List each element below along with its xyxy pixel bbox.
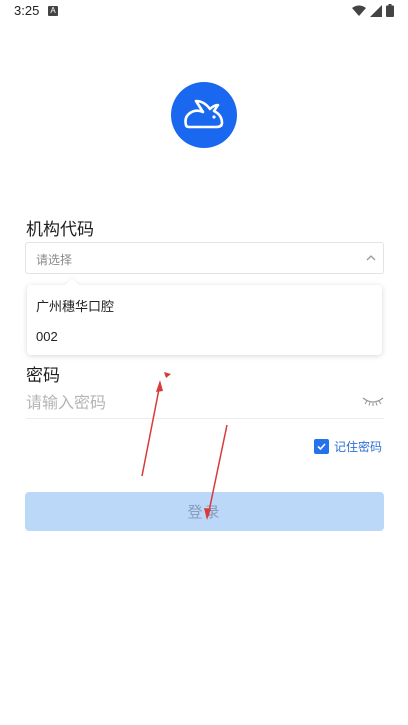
chevron-up-icon [366, 255, 376, 261]
org-select-placeholder: 请选择 [36, 253, 73, 267]
login-button[interactable]: 登录 [25, 492, 384, 531]
password-label: 密码 [26, 366, 60, 386]
wifi-icon [352, 5, 366, 16]
eye-closed-icon[interactable] [362, 395, 384, 407]
rabbit-logo-icon [184, 99, 224, 129]
notification-icon: A [48, 6, 58, 16]
password-input[interactable] [26, 386, 384, 419]
status-icons [352, 4, 394, 17]
battery-icon [386, 4, 394, 17]
dropdown-option[interactable]: 002 [36, 329, 58, 344]
org-dropdown-menu: 广州穗华口腔 002 [27, 277, 382, 355]
org-code-select[interactable]: 请选择 [25, 242, 384, 274]
remember-label: 记住密码 [334, 440, 383, 454]
annotation-marker [164, 372, 171, 378]
checkmark-icon [317, 443, 326, 451]
dropdown-caret [64, 277, 80, 293]
dropdown-option[interactable]: 广州穗华口腔 [36, 296, 114, 315]
remember-password[interactable]: 记住密码 [314, 438, 382, 455]
app-logo [171, 82, 237, 148]
signal-icon [370, 4, 382, 17]
status-time: 3:25 [14, 3, 40, 18]
remember-checkbox[interactable] [314, 439, 329, 454]
org-code-label: 机构代码 [26, 220, 94, 240]
status-bar: 3:25 A [0, 0, 408, 24]
